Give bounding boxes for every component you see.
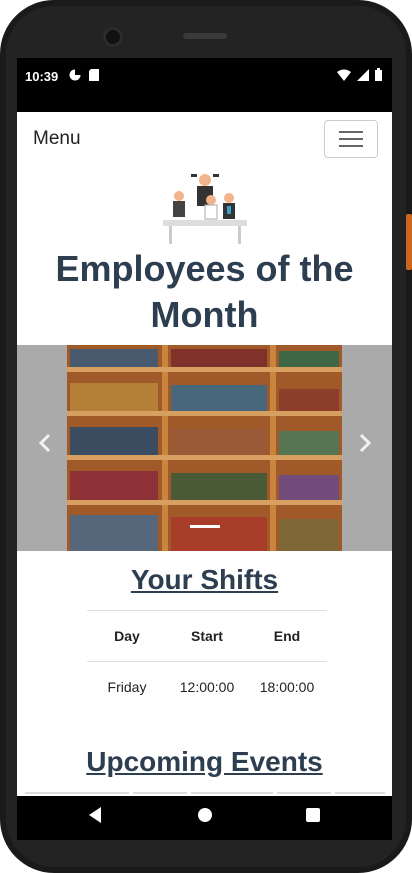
status-bar: 10:39	[17, 58, 392, 112]
chevron-left-icon	[38, 433, 51, 453]
shifts-title: Your Shifts	[130, 564, 279, 595]
table-header-row: Day Start End	[87, 610, 327, 662]
events-table-top-border	[25, 792, 385, 794]
status-time: 10:39	[25, 69, 59, 84]
page-title: Employees of the Month	[17, 246, 392, 338]
chevron-right-icon	[359, 433, 372, 453]
battery-icon	[375, 68, 382, 81]
recents-button[interactable]	[305, 806, 321, 824]
wifi-icon	[337, 69, 351, 81]
hamburger-bar-icon	[339, 131, 363, 133]
shifts-table: Day Start End Friday 12:00:00 18:00:00	[87, 610, 327, 712]
shift-end: 18:00:00	[247, 661, 327, 712]
hamburger-button[interactable]	[324, 120, 378, 158]
side-button	[406, 214, 412, 270]
carousel-prev-button[interactable]	[37, 433, 53, 459]
back-button[interactable]	[87, 806, 103, 824]
carousel-next-button[interactable]	[357, 433, 373, 459]
page-title-line2: Month	[150, 294, 259, 335]
hamburger-bar-icon	[339, 145, 363, 147]
events-title: Upcoming Events	[86, 746, 323, 777]
signal-icon	[357, 68, 369, 81]
hamburger-bar-icon	[339, 138, 363, 140]
camera	[103, 27, 123, 47]
table-row: Friday 12:00:00 18:00:00	[87, 661, 327, 712]
shift-start: 12:00:00	[167, 661, 247, 712]
shift-day: Friday	[87, 661, 167, 712]
image-carousel	[17, 345, 392, 551]
top-navbar: Menu	[17, 112, 392, 168]
home-button[interactable]	[197, 806, 213, 824]
menu-label[interactable]: Menu	[33, 128, 81, 150]
employees-logo	[163, 174, 247, 244]
notification-icon	[69, 69, 81, 81]
speaker-grille	[183, 33, 227, 39]
sd-card-icon	[89, 69, 99, 81]
bookshelf-image	[67, 345, 342, 551]
carousel-indicator[interactable]	[190, 525, 220, 528]
page-title-line1: Employees of the	[55, 248, 354, 289]
column-header-end: End	[247, 610, 327, 662]
column-header-day: Day	[87, 610, 167, 662]
web-content: Menu Employees of the Month Your Shifts …	[17, 112, 392, 796]
phone-frame: 10:39 Menu Employees of the Month Your S…	[0, 0, 412, 873]
column-header-start: Start	[167, 610, 247, 662]
system-nav-bar	[17, 796, 392, 840]
screen: 10:39 Menu Employees of the Month Your S…	[17, 58, 392, 840]
